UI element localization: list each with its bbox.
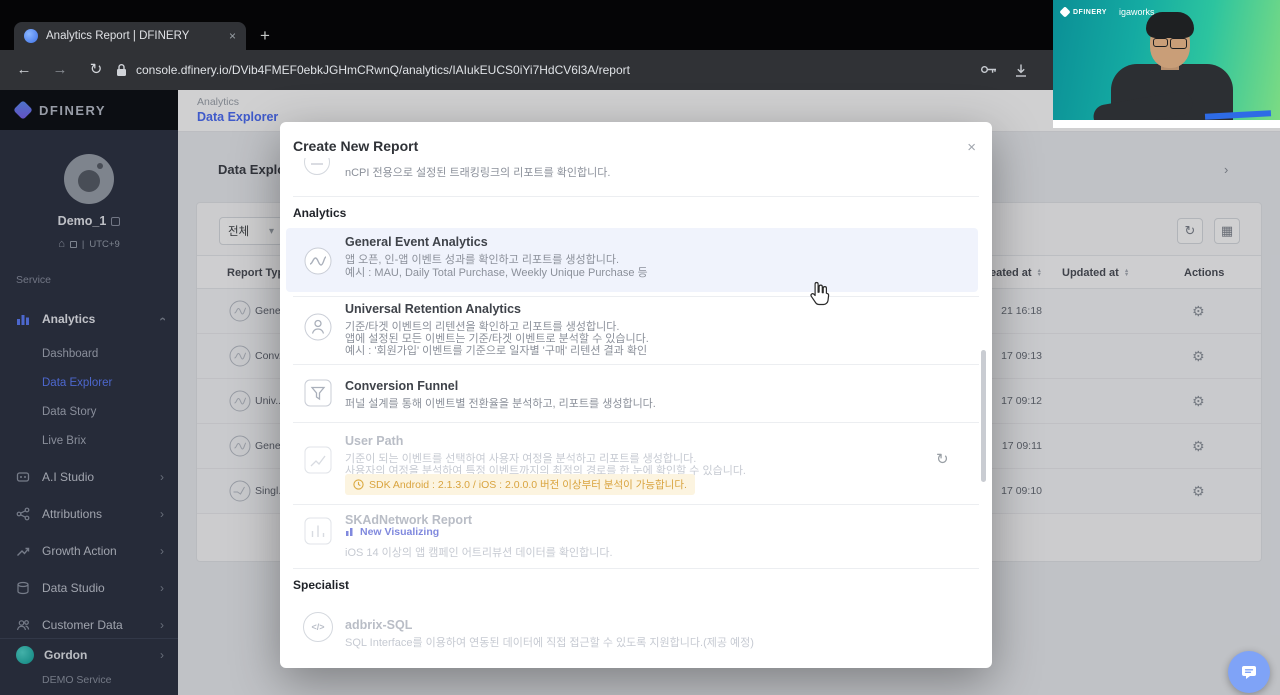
new-visualizing-badge: New Visualizing	[345, 526, 439, 538]
code-icon: </>	[303, 612, 333, 642]
browser-tab[interactable]: Analytics Report | DFINERY ×	[14, 22, 246, 50]
section-specialist: Specialist	[293, 578, 350, 592]
user-path-icon	[303, 445, 333, 480]
general-event-analytics-icon	[303, 246, 333, 281]
universal-retention-icon	[303, 312, 333, 347]
new-tab-button[interactable]: +	[260, 26, 270, 46]
create-new-report-modal: Create New Report × nCPI 전용으로 설정된 트래킹링크의…	[280, 122, 992, 668]
download-icon[interactable]	[1014, 63, 1028, 83]
conversion-funnel-icon	[303, 378, 333, 413]
forward-button[interactable]: →	[48, 50, 72, 90]
section-analytics: Analytics	[293, 206, 347, 220]
reload-button[interactable]: ↻	[84, 50, 108, 90]
lock-icon	[116, 63, 127, 82]
modal-close-icon[interactable]: ×	[967, 139, 976, 156]
modal-scrollbar[interactable]	[981, 350, 986, 482]
modal-title: Create New Report	[293, 138, 419, 154]
favicon-icon	[24, 29, 38, 43]
skadnetwork-icon	[303, 516, 333, 551]
bars-icon	[346, 528, 353, 536]
sdk-version-notice: SDK Android : 2.1.3.0 / iOS : 2.0.0.0 버전…	[345, 474, 695, 495]
screen: Analytics Report | DFINERY × + ← → ↻ con…	[0, 0, 1280, 695]
tab-title: Analytics Report | DFINERY	[46, 30, 190, 42]
tab-close-icon[interactable]: ×	[229, 29, 236, 43]
dfinery-logo-icon	[1059, 6, 1071, 18]
webcam-overlay: DFINERY igaworks	[1053, 0, 1280, 128]
address-bar[interactable]: console.dfinery.io/DVib4FMEF0ebkJGHmCRwn…	[136, 50, 630, 90]
ncpi-report-desc: nCPI 전용으로 설정된 트래킹링크의 리포트를 확인합니다.	[345, 167, 611, 179]
igaworks-logo: igaworks	[1119, 7, 1155, 17]
webcam-video: DFINERY igaworks	[1053, 0, 1280, 120]
chat-bubble-icon	[1242, 666, 1256, 679]
ncpi-report-icon	[303, 158, 331, 178]
webcam-dfinery-logo: DFINERY	[1059, 6, 1107, 18]
chat-launcher-button[interactable]	[1228, 651, 1270, 693]
key-icon[interactable]	[980, 63, 997, 81]
back-button[interactable]: ←	[12, 50, 36, 90]
sync-icon[interactable]: ↻	[936, 450, 949, 468]
clock-icon	[353, 479, 364, 490]
